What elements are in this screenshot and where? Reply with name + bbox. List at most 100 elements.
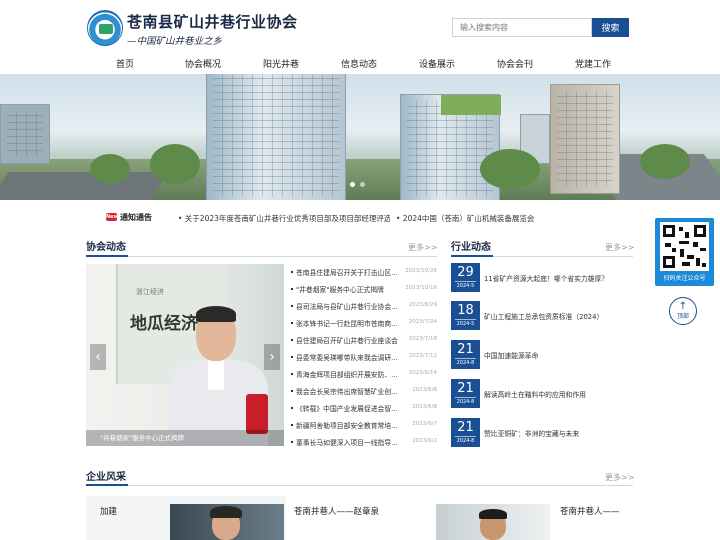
section-underline <box>451 255 493 257</box>
nav-item-home[interactable]: 首页 <box>116 57 134 70</box>
news-title[interactable]: 新疆阿舍勒项目部安全教育常培常新 <box>296 420 400 430</box>
notice-title[interactable]: 通知通告 <box>120 212 152 223</box>
enterprise-more-link[interactable]: 更多>> <box>605 472 634 483</box>
section-underline <box>86 255 128 257</box>
news-list-item[interactable]: "井巷烟家"服务中心正式揭牌 2023/10/16 <box>291 281 437 298</box>
banner-tree <box>480 149 540 189</box>
news-list-item[interactable]: 我会会长吴宗伟出席智慧矿业创新... 2023/6/8 <box>291 383 437 400</box>
banner-dot-active[interactable] <box>350 182 355 187</box>
arrow-up-icon: ↑ <box>678 301 688 312</box>
news-list-item[interactable]: 新疆阿舍勒项目部安全教育常培常新 2023/6/7 <box>291 417 437 434</box>
enterprise-card-text[interactable]: 苍南井巷人——赵章泉 <box>294 505 379 517</box>
news-date: 2023/7/12 <box>408 353 437 359</box>
news-title[interactable]: 苍南县住建局召开关于打击山区26... <box>296 267 400 277</box>
news-title[interactable]: 董事长马如健深入项目一线指导安... <box>296 437 400 447</box>
slider-prev-icon[interactable]: ‹ <box>90 344 106 370</box>
nav-item-news[interactable]: 信息动态 <box>341 57 377 70</box>
news-list-item[interactable]: 董事长马如健深入项目一线指导安... 2023/6/2 <box>291 434 437 451</box>
banner-dot[interactable] <box>360 182 365 187</box>
industry-news-title-text[interactable]: 中国加速能源革命 <box>484 350 633 360</box>
date-badge: 21 2024-8 <box>451 340 480 369</box>
section-underline <box>86 484 128 486</box>
section-divider <box>86 256 437 257</box>
enterprise-photo[interactable] <box>170 504 284 540</box>
banner-road <box>0 172 169 200</box>
news-title[interactable]: 青海金辉项目部组织开展安防、消... <box>296 369 400 379</box>
news-title[interactable]: 张本锋书记一行赴昆明市苍南商会... <box>296 318 400 328</box>
industry-news-title-text[interactable]: 矿山工程施工总承包资质标准（2024） <box>484 311 633 321</box>
industry-news-title-text[interactable]: 解读高岭土在釉料中的应用和作用 <box>484 389 633 399</box>
industry-news-more-link[interactable]: 更多>> <box>605 242 634 253</box>
news-title[interactable]: 县司法局与县矿山井巷行业协会举... <box>296 301 400 311</box>
date-badge: 29 2024-5 <box>451 263 480 292</box>
industry-list-item[interactable]: 29 2024-5 11省矿产资源大起底！哪个省实力雄厚？ <box>451 263 633 297</box>
news-title[interactable]: 县委常委吴瑛嘟带队来我会调研指... <box>296 352 400 362</box>
nav-item-journal[interactable]: 协会会刊 <box>497 57 533 70</box>
slider-next-icon[interactable]: › <box>264 344 280 370</box>
banner-tree <box>640 144 690 179</box>
back-to-top-button[interactable]: ↑ 顶部 <box>669 297 697 325</box>
enterprise-title[interactable]: 企业风采 <box>86 468 126 483</box>
qr-code-icon <box>660 222 709 271</box>
nav-item-party[interactable]: 党建工作 <box>575 57 611 70</box>
enterprise-card-text[interactable]: 苍南井巷人—— <box>560 505 620 517</box>
feature-caption[interactable]: "井巷烟家"服务中心正式揭牌 <box>86 430 284 446</box>
enterprise-card[interactable] <box>286 496 436 540</box>
news-title[interactable]: 《转载》中国产业发展促进会智慧... <box>296 403 400 413</box>
news-date: 2023/10/16 <box>405 285 437 291</box>
industry-list-item[interactable]: 21 2024-8 解读高岭土在釉料中的应用和作用 <box>451 379 633 413</box>
news-title[interactable]: 我会会长吴宗伟出席智慧矿业创新... <box>296 386 400 396</box>
feature-sign-small: 浙江经济 <box>136 288 164 296</box>
news-title[interactable]: "井巷烟家"服务中心正式揭牌 <box>296 284 400 294</box>
enterprise-photo[interactable] <box>436 504 550 540</box>
date-badge: 21 2024-8 <box>451 379 480 408</box>
news-date: 2023/6/7 <box>412 421 437 427</box>
feature-slider[interactable]: 浙江经济 地瓜经济 ‹ › "井巷烟家"服务中心正式揭牌 <box>86 264 284 446</box>
industry-news-title-text[interactable]: 赞比亚铜矿：非洲的宝藏与未来 <box>484 428 633 438</box>
association-news-more-link[interactable]: 更多>> <box>408 242 437 253</box>
search-input[interactable] <box>452 18 592 37</box>
news-date: 2023/6/2 <box>412 438 437 444</box>
banner-building <box>206 74 346 200</box>
qr-code-widget[interactable]: 扫码关注公众号 <box>655 218 714 286</box>
search-button[interactable]: 搜索 <box>592 18 629 37</box>
date-badge: 18 2024-5 <box>451 301 480 330</box>
news-date: 2023/6/8 <box>412 404 437 410</box>
banner-building <box>0 104 50 164</box>
new-badge-icon: New <box>106 213 119 221</box>
nav-item-sunshine[interactable]: 阳光井巷 <box>263 57 299 70</box>
logo-emblem-icon <box>99 24 113 34</box>
news-date: 2023/7/18 <box>408 336 437 342</box>
industry-list-item[interactable]: 18 2024-5 矿山工程施工总承包资质标准（2024） <box>451 301 633 335</box>
banner-building <box>400 94 501 200</box>
news-date: 2023/6/8 <box>412 387 437 393</box>
industry-list-item[interactable]: 21 2024-8 中国加速能源革命 <box>451 340 633 374</box>
news-list-item[interactable]: 县住建局召开矿山井巷行业座谈会 2023/7/18 <box>291 332 437 349</box>
microphone-icon <box>246 394 268 434</box>
news-list-item[interactable]: 张本锋书记一行赴昆明市苍南商会... 2023/7/24 <box>291 315 437 332</box>
banner-tree <box>150 144 200 184</box>
association-logo[interactable] <box>87 10 123 46</box>
hero-banner[interactable] <box>0 74 720 200</box>
notice-item[interactable]: • 关于2023年度苍南矿山井巷行业优秀项目部及项目部经理评选结... <box>178 213 390 224</box>
main-nav: 首页 协会概况 阳光井巷 信息动态 设备展示 协会会刊 党建工作 <box>0 52 720 74</box>
news-list-item[interactable]: 县委常委吴瑛嘟带队来我会调研指... 2023/7/12 <box>291 349 437 366</box>
industry-news-title-text[interactable]: 11省矿产资源大起底！哪个省实力雄厚？ <box>484 273 633 283</box>
site-title[interactable]: 苍南县矿山井巷行业协会 <box>127 11 298 32</box>
notice-bar: New 通知通告 • 关于2023年度苍南矿山井巷行业优秀项目部及项目部经理评选… <box>0 206 720 228</box>
association-news-title[interactable]: 协会动态 <box>86 238 126 253</box>
industry-news-title[interactable]: 行业动态 <box>451 238 491 253</box>
news-list-item[interactable]: 县司法局与县矿山井巷行业协会举... 2023/8/29 <box>291 298 437 315</box>
nav-item-overview[interactable]: 协会概况 <box>185 57 221 70</box>
news-list-item[interactable]: 青海金辉项目部组织开展安防、消... 2023/6/14 <box>291 366 437 383</box>
back-to-top-label: 顶部 <box>676 313 689 320</box>
news-title[interactable]: 县住建局召开矿山井巷行业座谈会 <box>296 335 400 345</box>
nav-item-equipment[interactable]: 设备展示 <box>419 57 455 70</box>
news-list-item[interactable]: 苍南县住建局召开关于打击山区26... 2023/10/26 <box>291 264 437 281</box>
enterprise-card-text[interactable]: 加建 <box>100 505 117 517</box>
notice-item[interactable]: • 2024中国（苍南）矿山机械装备展览会 <box>396 213 536 224</box>
qr-label: 扫码关注公众号 <box>663 275 706 282</box>
industry-list-item[interactable]: 21 2024-8 赞比亚铜矿：非洲的宝藏与未来 <box>451 418 633 452</box>
news-list-item[interactable]: 《转载》中国产业发展促进会智慧... 2023/6/8 <box>291 400 437 417</box>
banner-tree <box>90 154 130 184</box>
